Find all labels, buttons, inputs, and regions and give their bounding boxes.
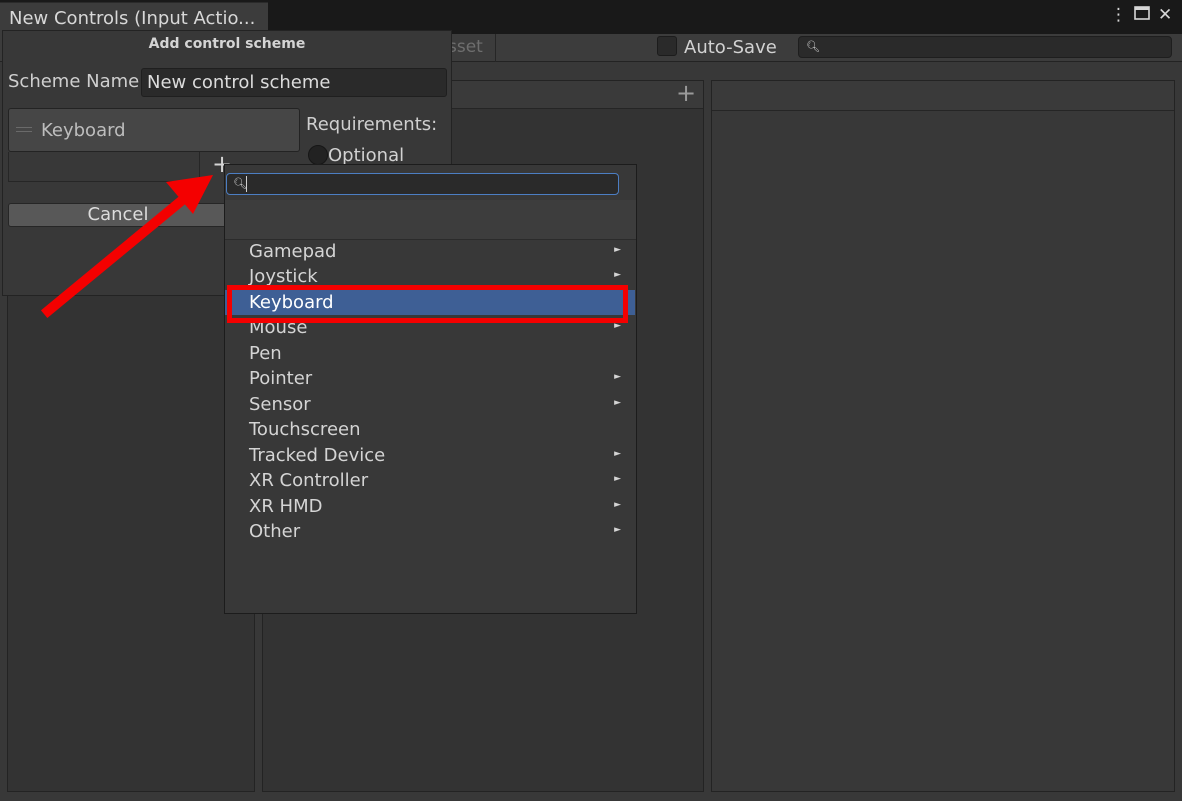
menu-item-xr-hmd[interactable]: XR HMD ►	[225, 494, 635, 519]
menu-item-other[interactable]: Other ►	[225, 519, 635, 544]
device-search-input[interactable]	[226, 173, 619, 195]
cancel-button[interactable]: Cancel	[8, 203, 228, 227]
menu-item-label: XR HMD	[249, 496, 323, 517]
popup-title: Add control scheme	[148, 36, 306, 52]
submenu-arrow-icon: ►	[614, 372, 621, 382]
optional-radio[interactable]	[308, 145, 328, 165]
drag-handle-icon[interactable]	[16, 127, 32, 132]
auto-save-label: Auto-Save	[684, 37, 777, 58]
menu-item-label: Pen	[249, 343, 282, 364]
search-icon: 🔍︎	[233, 177, 247, 190]
scheme-name-label: Scheme Name	[8, 71, 140, 92]
menu-item-label: Pointer	[249, 368, 313, 389]
submenu-arrow-icon: ►	[614, 525, 621, 535]
vertical-dots-icon[interactable]: ⋮	[1110, 5, 1127, 25]
properties-pane-header	[712, 81, 1174, 111]
device-list-item-label: Keyboard	[41, 120, 126, 141]
menu-item-label: XR Controller	[249, 470, 369, 491]
add-action-button[interactable]: +	[676, 80, 696, 106]
menu-item-xr-controller[interactable]: XR Controller ►	[225, 468, 635, 493]
submenu-arrow-icon: ►	[614, 500, 621, 510]
save-asset-button[interactable]: sset	[448, 34, 496, 62]
menu-item-label: Touchscreen	[249, 419, 361, 440]
menu-item-label: Other	[249, 521, 301, 542]
submenu-arrow-icon: ►	[614, 474, 621, 484]
close-icon[interactable]: ✕	[1158, 5, 1172, 25]
menu-item-label: Joystick	[249, 266, 318, 287]
optional-label: Optional	[328, 145, 405, 166]
menu-item-label: Sensor	[249, 394, 311, 415]
maximize-icon[interactable]	[1134, 5, 1150, 26]
dropdown-header	[225, 200, 636, 240]
menu-item-label: Gamepad	[249, 241, 337, 262]
menu-item-label: Tracked Device	[249, 445, 386, 466]
submenu-arrow-icon: ►	[614, 270, 621, 280]
menu-item-tracked-device[interactable]: Tracked Device ►	[225, 443, 635, 468]
menu-item-gamepad[interactable]: Gamepad ►	[225, 239, 635, 264]
text-cursor	[246, 176, 247, 192]
annotation-highlight-box	[227, 285, 628, 323]
device-list-footer	[8, 152, 200, 182]
menu-item-sensor[interactable]: Sensor ►	[225, 392, 635, 417]
search-icon: 🔍︎	[806, 40, 820, 53]
search-input[interactable]	[798, 36, 1172, 58]
menu-item-pointer[interactable]: Pointer ►	[225, 366, 635, 391]
requirements-label: Requirements:	[306, 114, 438, 135]
scheme-name-field[interactable]: New control scheme	[141, 68, 447, 97]
auto-save-checkbox[interactable]	[657, 36, 677, 56]
submenu-arrow-icon: ►	[614, 449, 621, 459]
properties-pane	[711, 80, 1175, 792]
submenu-arrow-icon: ►	[614, 245, 621, 255]
menu-item-pen[interactable]: Pen	[225, 341, 635, 366]
submenu-arrow-icon: ►	[614, 398, 621, 408]
menu-item-touchscreen[interactable]: Touchscreen	[225, 417, 635, 442]
